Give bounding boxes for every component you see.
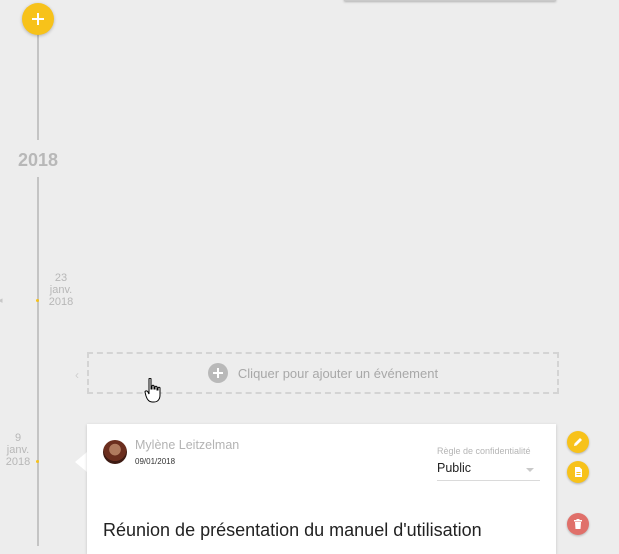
chevron-down-icon <box>526 468 534 472</box>
chevron-left-icon: ◂ <box>0 295 3 305</box>
document-button[interactable] <box>567 461 589 483</box>
add-year-button[interactable] <box>22 3 54 35</box>
hand-pointer-icon <box>144 378 161 403</box>
edit-button[interactable] <box>567 431 589 453</box>
privacy-value: Public <box>437 461 472 475</box>
timeline-date: 23 janv. 2018 <box>48 272 74 308</box>
previous-card-edge <box>344 0 556 1</box>
event-date: 09/01/2018 <box>135 457 176 466</box>
timeline-line <box>37 34 39 140</box>
privacy-select[interactable]: Public <box>437 460 540 481</box>
pencil-icon <box>574 438 582 446</box>
privacy-label: Règle de confidentialité <box>437 446 531 456</box>
year-label: 2018 <box>17 150 59 170</box>
avatar <box>103 440 127 464</box>
card-pointer <box>75 452 87 472</box>
add-event-label: Cliquer pour ajouter un événement <box>237 365 439 381</box>
plus-icon <box>32 13 44 25</box>
trash-icon <box>574 519 582 529</box>
event-title: Réunion de présentation du manuel d'util… <box>103 520 482 540</box>
delete-button[interactable] <box>567 513 589 535</box>
document-icon <box>575 467 582 477</box>
plus-circle-icon <box>207 363 228 383</box>
timeline-line <box>37 177 39 546</box>
chevron-left-icon: ‹ <box>75 368 79 382</box>
timeline-dot <box>36 299 39 302</box>
event-card[interactable]: Mylène Leitzelman 09/01/2018 Règle de co… <box>87 424 556 554</box>
timeline-date: 9 janv. 2018 <box>5 432 31 468</box>
timeline-dot <box>36 460 39 463</box>
author-name[interactable]: Mylène Leitzelman <box>135 438 239 452</box>
